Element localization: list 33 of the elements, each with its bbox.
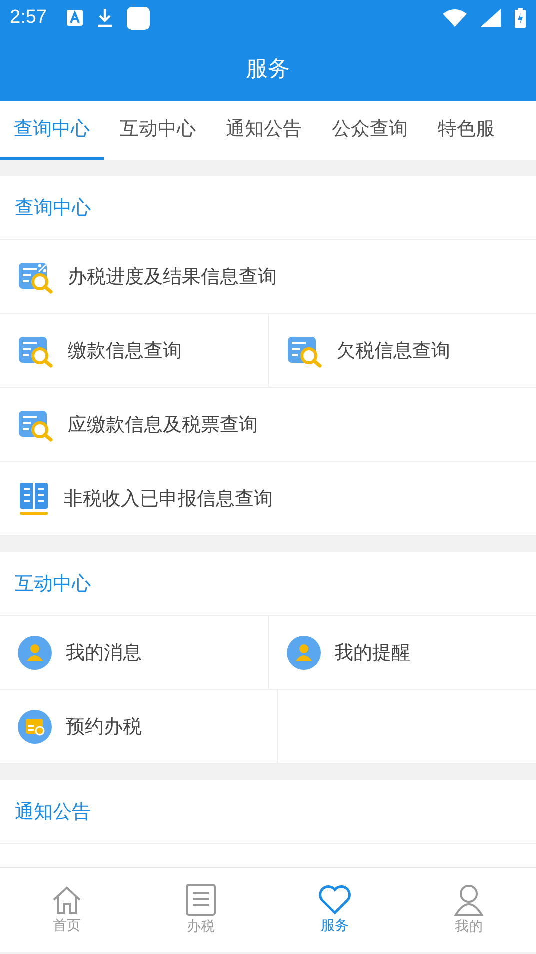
section-title: 通知公告: [15, 800, 91, 824]
heart-icon: [318, 885, 352, 915]
section-title: 互动中心: [15, 572, 91, 596]
tab[interactable]: 特色服: [424, 101, 509, 160]
service-item[interactable]: 办税进度及结果信息查询: [0, 240, 536, 313]
download-icon: [96, 8, 113, 28]
book-icon: [18, 482, 50, 516]
home-icon: [51, 885, 83, 915]
signal-icon: [481, 9, 501, 27]
status-time: 2:57: [10, 7, 47, 29]
list-icon: [186, 884, 216, 916]
battery-icon: [515, 8, 526, 28]
person-circle-icon: [18, 636, 52, 670]
tab[interactable]: 通知公告: [212, 101, 316, 160]
service-item[interactable]: 我的提醒: [268, 616, 536, 689]
person-icon: [454, 884, 484, 916]
notification-icon: [66, 10, 83, 26]
service-item[interactable]: 非税收入已申报信息查询: [0, 462, 536, 535]
tab[interactable]: 互动中心: [106, 101, 210, 160]
service-item[interactable]: 欠税信息查询: [268, 314, 536, 387]
person-circle-icon: [286, 636, 320, 670]
tab[interactable]: 查询中心: [0, 101, 104, 160]
calendar-circle-icon: [18, 710, 52, 744]
wifi-icon: [443, 9, 467, 27]
service-item[interactable]: 我的消息: [0, 616, 268, 689]
tab[interactable]: 公众查询: [318, 101, 422, 160]
page-title: 服务: [246, 56, 290, 84]
service-item[interactable]: 应缴款信息及税票查询: [0, 388, 536, 461]
section-title: 查询中心: [15, 196, 91, 220]
service-item[interactable]: 预约办税: [0, 690, 278, 763]
app-notification-icon: [126, 6, 150, 30]
nav-item[interactable]: 服务: [268, 868, 402, 952]
service-item[interactable]: 缴款信息查询: [0, 314, 268, 387]
